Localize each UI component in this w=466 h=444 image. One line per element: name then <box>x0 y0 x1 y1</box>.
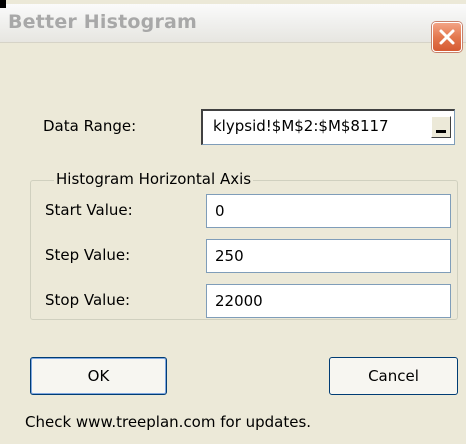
start-value-field[interactable]: 0 <box>206 194 451 228</box>
data-range-refedit[interactable]: klypsid!$M$2:$M$8117 <box>201 109 455 145</box>
close-button[interactable] <box>432 22 462 52</box>
title-bar[interactable]: Better Histogram <box>0 4 466 43</box>
collapse-dialog-icon <box>436 130 446 133</box>
stop-value-label: Stop Value: <box>45 291 131 309</box>
data-range-input[interactable]: klypsid!$M$2:$M$8117 <box>213 117 389 135</box>
update-note: Check www.treeplan.com for updates. <box>25 413 312 431</box>
stop-value-field[interactable]: 22000 <box>206 284 451 318</box>
collapse-dialog-button[interactable] <box>431 116 451 138</box>
step-value-label: Step Value: <box>45 246 131 264</box>
cancel-button[interactable]: Cancel <box>329 357 458 395</box>
dialog-title: Better Histogram <box>8 11 198 33</box>
window-corner <box>0 0 6 8</box>
horizontal-axis-group-legend: Histogram Horizontal Axis <box>54 170 254 188</box>
step-value-field[interactable]: 250 <box>206 239 451 273</box>
ok-button[interactable]: OK <box>30 357 167 395</box>
close-icon <box>439 29 455 45</box>
data-range-label: Data Range: <box>43 117 137 135</box>
better-histogram-dialog: Better Histogram Data Range: klypsid!$M$… <box>0 0 466 444</box>
start-value-label: Start Value: <box>45 201 133 219</box>
